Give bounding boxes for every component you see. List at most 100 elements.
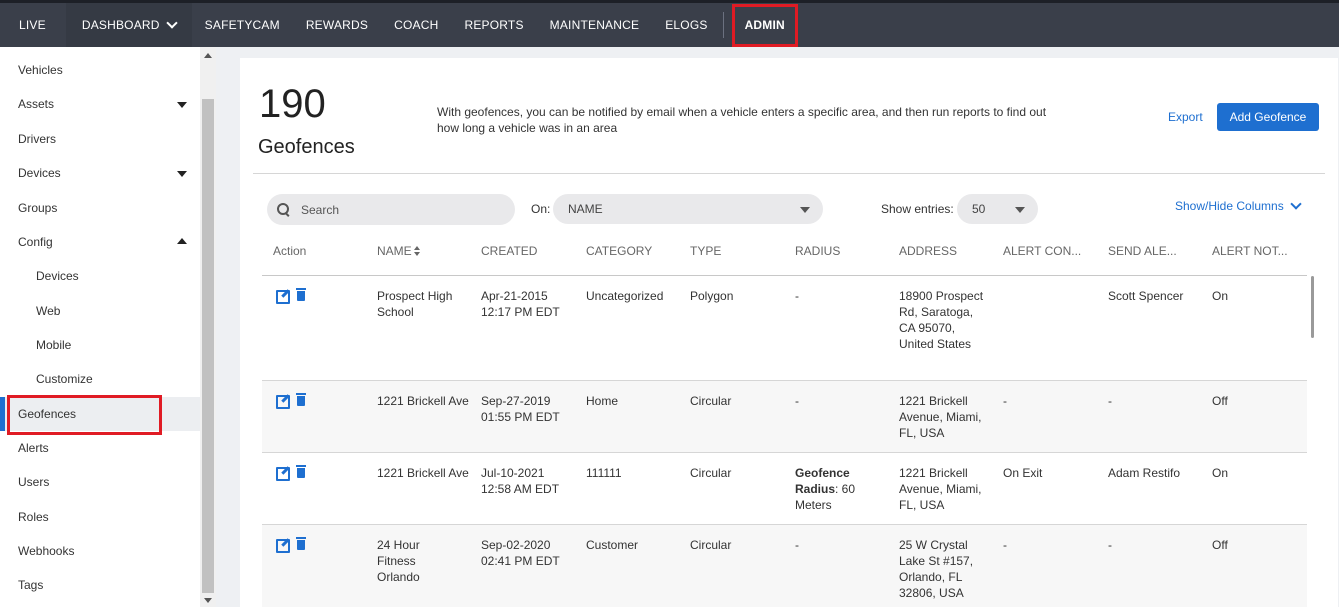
search-field-select[interactable]: NAME [553, 194, 823, 224]
sidebar-item-roles[interactable]: Roles [0, 500, 200, 534]
column-header-type[interactable]: TYPE [690, 244, 721, 258]
nav-coach[interactable]: COACH [381, 3, 451, 47]
show-entries-select[interactable]: 50 [957, 194, 1038, 224]
sidebar-scrollbar[interactable] [200, 47, 216, 607]
edit-icon[interactable] [276, 393, 290, 409]
sidebar-item-config-web[interactable]: Web [0, 294, 200, 328]
column-header-created[interactable]: CREATED [481, 244, 537, 258]
cell-type: Circular [690, 538, 732, 552]
geofence-count: 190 [259, 82, 326, 126]
scrollbar-thumb[interactable] [202, 99, 214, 593]
column-header-address[interactable]: ADDRESS [899, 244, 957, 258]
add-geofence-button[interactable]: Add Geofence [1217, 103, 1319, 131]
search-on-label: On: [531, 202, 551, 216]
nav-maintenance[interactable]: MAINTENANCE [537, 3, 653, 47]
sidebar-item-users[interactable]: Users [0, 465, 200, 499]
sidebar-item-config[interactable]: Config [0, 225, 200, 259]
column-header-name[interactable]: NAME [377, 244, 420, 258]
column-header-radius[interactable]: RADIUS [795, 244, 840, 258]
sidebar-item-label: Devices [36, 269, 79, 283]
nav-live[interactable]: LIVE [0, 3, 66, 47]
row-actions [276, 288, 308, 304]
show-entries-label: Show entries: [881, 202, 954, 216]
sidebar-item-label: Devices [18, 166, 61, 180]
edit-icon[interactable] [276, 537, 290, 553]
trash-icon[interactable] [295, 537, 308, 550]
trash-icon[interactable] [295, 465, 308, 478]
cell-radius: Geofence Radius: 60 Meters [795, 465, 880, 513]
sidebar-item-label: Assets [18, 97, 55, 111]
cell-send-alert: - [1108, 394, 1112, 408]
column-header-label: NAME [377, 244, 412, 258]
nav-reports[interactable]: REPORTS [451, 3, 536, 47]
cell-alert-condition: On Exit [1003, 466, 1043, 480]
cell-send-alert: - [1108, 538, 1112, 552]
sidebar-item-label: Alerts [18, 441, 49, 455]
cell-name: Prospect High School [377, 289, 453, 319]
sidebar-item-geofences[interactable]: Geofences [0, 397, 200, 431]
nav-elogs[interactable]: ELOGS [652, 3, 720, 47]
sidebar-item-vehicles[interactable]: Vehicles [0, 53, 200, 87]
cell-alert-notification: On [1212, 289, 1229, 303]
table-scrollbar-thumb[interactable] [1311, 276, 1314, 338]
cell-type: Circular [690, 394, 732, 408]
sidebar-item-label: Users [18, 475, 50, 489]
nav-rewards[interactable]: REWARDS [293, 3, 381, 47]
cell-address: 1221 Brickell Avenue, Miami, FL, USA [899, 466, 982, 512]
trash-icon[interactable] [295, 288, 308, 301]
sidebar-item-config-devices[interactable]: Devices [0, 259, 200, 293]
active-indicator [0, 397, 5, 431]
sidebar-item-webhooks[interactable]: Webhooks [0, 534, 200, 568]
edit-icon[interactable] [276, 465, 290, 481]
cell-category: Uncategorized [586, 289, 664, 303]
cell-alert-condition: - [1003, 538, 1007, 552]
sidebar-item-assets[interactable]: Assets [0, 87, 200, 121]
cell-category: Customer [586, 538, 639, 552]
cell-type: Polygon [690, 289, 734, 303]
nav-dashboard[interactable]: DASHBOARD [65, 3, 192, 47]
show-entries-value: 50 [972, 202, 986, 216]
sidebar: Vehicles Assets Drivers Devices Groups C… [0, 47, 200, 607]
sidebar-item-devices[interactable]: Devices [0, 156, 200, 190]
chevron-down-icon [165, 16, 178, 29]
cell-name: 1221 Brickell Ave [377, 394, 469, 408]
nav-safetycam[interactable]: SAFETYCAM [192, 3, 293, 47]
sidebar-item-config-customize[interactable]: Customize [0, 362, 200, 396]
sidebar-item-label: Mobile [36, 338, 72, 352]
export-link[interactable]: Export [1168, 110, 1203, 124]
cell-send-alert: Adam Restifo [1108, 466, 1181, 480]
show-hide-columns-button[interactable]: Show/Hide Columns [1175, 197, 1302, 213]
sidebar-item-groups[interactable]: Groups [0, 191, 200, 225]
chevron-down-icon [1290, 197, 1302, 210]
edit-icon[interactable] [276, 288, 290, 304]
sidebar-item-label: Vehicles [18, 63, 63, 77]
cell-address: 25 W Crystal Lake St #157, Orlando, FL 3… [899, 538, 974, 600]
sidebar-item-alerts[interactable]: Alerts [0, 431, 200, 465]
column-header-alert-condition[interactable]: ALERT CON... [1003, 244, 1081, 258]
cell-created: Sep-02-2020 02:41 PM EDT [481, 538, 560, 568]
nav-admin[interactable]: ADMIN [731, 3, 798, 47]
sidebar-item-drivers[interactable]: Drivers [0, 122, 200, 156]
cell-alert-notification: On [1212, 466, 1229, 480]
scroll-down-arrow-icon[interactable] [204, 598, 212, 603]
radius-value: - [795, 394, 799, 408]
table-row: 1221 Brickell Ave Sep-27-2019 01:55 PM E… [262, 381, 1307, 453]
sidebar-item-label: Geofences [18, 407, 77, 421]
table-row: 24 Hour Fitness Orlando Sep-02-2020 02:4… [262, 525, 1307, 607]
show-hide-columns-label: Show/Hide Columns [1175, 199, 1284, 213]
cell-created: Jul-10-2021 12:58 AM EDT [481, 466, 560, 496]
sidebar-item-label: Web [36, 304, 61, 318]
search-placeholder: Search [301, 202, 340, 217]
sidebar-item-config-mobile[interactable]: Mobile [0, 328, 200, 362]
trash-icon[interactable] [295, 393, 308, 406]
column-header-send-alert[interactable]: SEND ALE... [1108, 244, 1177, 258]
table-row: Prospect High School Apr-21-2015 12:17 P… [262, 276, 1307, 381]
cell-category: 111111 [586, 466, 622, 480]
search-input[interactable]: Search [267, 194, 515, 225]
column-header-alert-notification[interactable]: ALERT NOT... [1212, 244, 1288, 258]
sidebar-item-tags[interactable]: Tags [0, 568, 200, 602]
cell-alert-condition: - [1003, 394, 1007, 408]
column-header-category[interactable]: CATEGORY [586, 244, 652, 258]
main-panel: 190 Geofences With geofences, you can be… [240, 58, 1338, 607]
scroll-up-arrow-icon[interactable] [204, 53, 212, 58]
